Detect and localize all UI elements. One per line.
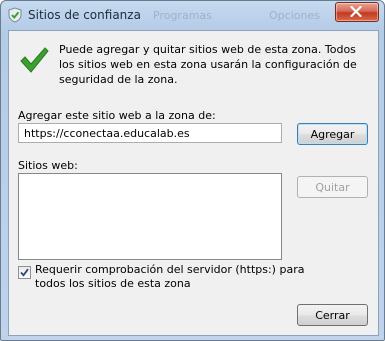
checkmark-icon	[20, 268, 29, 277]
site-url-input[interactable]	[18, 123, 282, 143]
close-button[interactable]: Cerrar	[297, 304, 368, 326]
trusted-sites-dialog: Sitios de confianza Programas Opciones P…	[0, 0, 385, 341]
websites-label: Sitios web:	[18, 159, 78, 172]
title-bar[interactable]: Sitios de confianza Programas Opciones	[1, 1, 384, 30]
require-https-checkbox[interactable]	[18, 266, 31, 279]
zone-info-text: Puede agregar y quitar sitios web de est…	[59, 43, 357, 86]
green-checkmark-icon	[19, 45, 49, 75]
websites-list[interactable]	[18, 173, 282, 260]
require-https-label[interactable]: Requerir comprobación del servidor (http…	[35, 263, 335, 291]
background-tab-opciones: Opciones	[269, 9, 320, 22]
add-site-label: Agregar este sitio web a la zona de:	[18, 109, 216, 122]
add-button[interactable]: Agregar	[297, 123, 368, 145]
shield-checkmark-icon	[7, 7, 23, 23]
remove-button[interactable]: Quitar	[297, 176, 368, 198]
window-title: Sitios de confianza	[28, 8, 141, 22]
dialog-body: Puede agregar y quitar sitios web de est…	[8, 30, 379, 336]
close-window-button[interactable]	[335, 2, 379, 22]
close-x-icon	[350, 6, 362, 17]
background-tab-programas: Programas	[153, 9, 212, 22]
